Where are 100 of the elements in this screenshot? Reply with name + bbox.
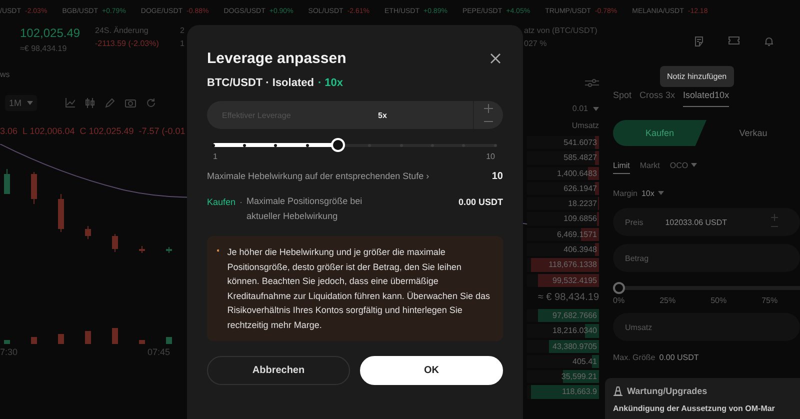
order-amount[interactable]: 118,663.9 <box>562 384 599 400</box>
tier-value: 10 <box>492 170 503 182</box>
order-amount[interactable]: 97,682.7666 <box>552 308 599 324</box>
candlestick <box>4 168 10 194</box>
note-icon[interactable] <box>694 36 704 47</box>
margin-tab[interactable]: Spot <box>613 90 632 107</box>
ohlc-readout: 3.06 L 102,006.04 C 102,025.49 -7.57 (-0.01 <box>0 126 186 138</box>
order-amount[interactable]: 35,599.21 <box>561 369 599 384</box>
slider-tick <box>430 144 434 146</box>
increase-button[interactable] <box>484 104 493 113</box>
ticket-icon[interactable] <box>728 36 740 45</box>
slider-mark-label: 25% <box>660 296 676 305</box>
order-amount[interactable]: 406.3948 <box>564 242 599 258</box>
order-amount[interactable]: 405.41 <box>572 354 599 370</box>
separator: · <box>240 197 243 209</box>
side-toggle[interactable]: Verkau <box>706 120 800 146</box>
slider-tick <box>274 144 278 146</box>
total-field[interactable]: Umsatz <box>613 313 800 341</box>
slider-tick <box>242 144 246 146</box>
tooltip: Notiz hinzufügen <box>660 66 734 87</box>
candles-icon[interactable] <box>84 98 95 108</box>
max-size-value: 0.00 USDT <box>659 353 699 362</box>
order-amount[interactable]: 541.6073 <box>564 135 599 150</box>
order-amount[interactable]: 18,216.0340 <box>552 323 599 339</box>
caret-icon[interactable] <box>691 163 698 167</box>
close-button[interactable] <box>488 50 503 66</box>
slider-tick <box>212 144 214 146</box>
order-type-tab[interactable]: Markt <box>640 160 660 174</box>
slider-tick <box>368 144 372 146</box>
column-header: Umsatz <box>572 121 599 132</box>
change-value: -2113.59 (-2.03%) <box>95 39 159 48</box>
time-label: 07:45 <box>148 347 170 357</box>
plus-icon <box>484 104 493 113</box>
slider-tick <box>306 144 308 146</box>
candlestick <box>166 246 172 254</box>
margin-tab[interactable]: Cross 3x <box>640 90 676 107</box>
slider-tick <box>462 144 466 146</box>
time-label: 7:30 <box>0 347 18 357</box>
candlestick <box>112 234 118 252</box>
order-type-tab[interactable]: Limit <box>613 160 630 174</box>
max-position-value: 0.00 USDT <box>458 197 503 209</box>
warning-cone-icon <box>613 386 623 396</box>
stat-label: 2 <box>180 26 184 35</box>
amount-field[interactable]: Betrag <box>613 244 800 272</box>
slider-tick <box>494 144 496 146</box>
slider-max-label: 10 <box>486 152 495 161</box>
interval-selector[interactable]: 1M <box>5 95 37 111</box>
mid-price: ≈ € 98,434.19 <box>538 290 599 305</box>
tick-size-selector[interactable]: 0.01 <box>572 104 599 113</box>
caret-icon[interactable] <box>26 101 33 105</box>
margin-tab[interactable]: Isolated10x <box>683 90 730 107</box>
order-type-tab[interactable]: OCO <box>670 160 698 174</box>
chart-label: ws <box>0 70 10 81</box>
volume-bar <box>112 328 118 344</box>
volume-bar <box>85 331 91 344</box>
bell-icon[interactable] <box>764 36 774 47</box>
cancel-button[interactable]: Abbrechen <box>207 356 350 385</box>
sliders-icon[interactable] <box>585 78 599 88</box>
dialog-subtitle: BTC/USDT · Isolated <box>207 77 314 91</box>
volume-bar <box>139 340 145 344</box>
side-label: Kaufen <box>207 197 236 209</box>
order-amount[interactable]: 109.6856 <box>564 211 599 227</box>
side-toggle[interactable]: Kaufen <box>613 120 706 146</box>
field-value: 102033.06 USDT <box>665 218 728 226</box>
order-amount[interactable]: 118,676.1338 <box>548 257 599 273</box>
order-amount[interactable]: 43,380.9705 <box>552 338 599 354</box>
stat-label: atz von (BTC/USDT) <box>524 26 598 35</box>
ok-button[interactable]: OK <box>360 356 503 385</box>
slider-mark-label: 50% <box>710 296 727 305</box>
plus-icon[interactable] <box>771 214 778 221</box>
margin-label: Margin <box>613 188 638 198</box>
minus-icon[interactable] <box>771 223 778 230</box>
stat-label: 24S. Änderung <box>95 26 148 35</box>
order-amount[interactable]: 1,400.6483 <box>556 166 599 181</box>
candlestick <box>139 246 145 254</box>
caret-icon[interactable] <box>658 191 664 195</box>
margin-selector[interactable]: 10x <box>641 188 664 198</box>
slider-handle[interactable] <box>613 282 625 294</box>
line-chart-icon[interactable] <box>64 98 75 108</box>
order-amount[interactable]: 6,469.1571 <box>556 226 599 242</box>
caret-icon[interactable] <box>593 106 599 110</box>
slider-mark-label: 75% <box>762 296 778 305</box>
pencil-icon[interactable] <box>104 98 115 108</box>
stat-value: 1 <box>180 39 184 48</box>
fiat-price: ≈€ 98,434.19 <box>20 44 67 53</box>
refresh-icon[interactable] <box>146 98 156 108</box>
candlestick <box>58 194 64 232</box>
warning-text: Je höher die Hebelwirkung und je größer die maximale Positionsgröße, desto größer ist der Betrag, den Sie leihen können. Beachten Sie jedoch, dass eine übermäßige Kreditaufnahme zur Liquidation führen kann. Überwachen Sie das Risikoverhältnis Ihres Kontos sorgfältig und hinterlegen Sie rechtzeitig mehr Marge. <box>227 246 491 332</box>
order-amount[interactable]: 585.4827 <box>564 150 599 166</box>
stat-value: 027 % <box>524 39 547 48</box>
order-amount[interactable]: 99,532.4195 <box>552 272 599 288</box>
candlestick <box>85 226 91 240</box>
volume-bar <box>31 337 37 344</box>
camera-icon[interactable] <box>124 98 136 108</box>
order-amount[interactable]: 18.2237 <box>568 196 599 212</box>
tier-link[interactable]: Maximale Hebelwirkung auf der entsprechenden Stufe › <box>207 171 430 181</box>
price-field[interactable]: Preis 102033.06 USDT <box>613 208 800 236</box>
last-price: 102,025.49 <box>20 26 80 40</box>
notification-title: Wartung/Upgrades <box>627 386 708 396</box>
order-amount[interactable]: 626.1947 <box>564 180 599 196</box>
